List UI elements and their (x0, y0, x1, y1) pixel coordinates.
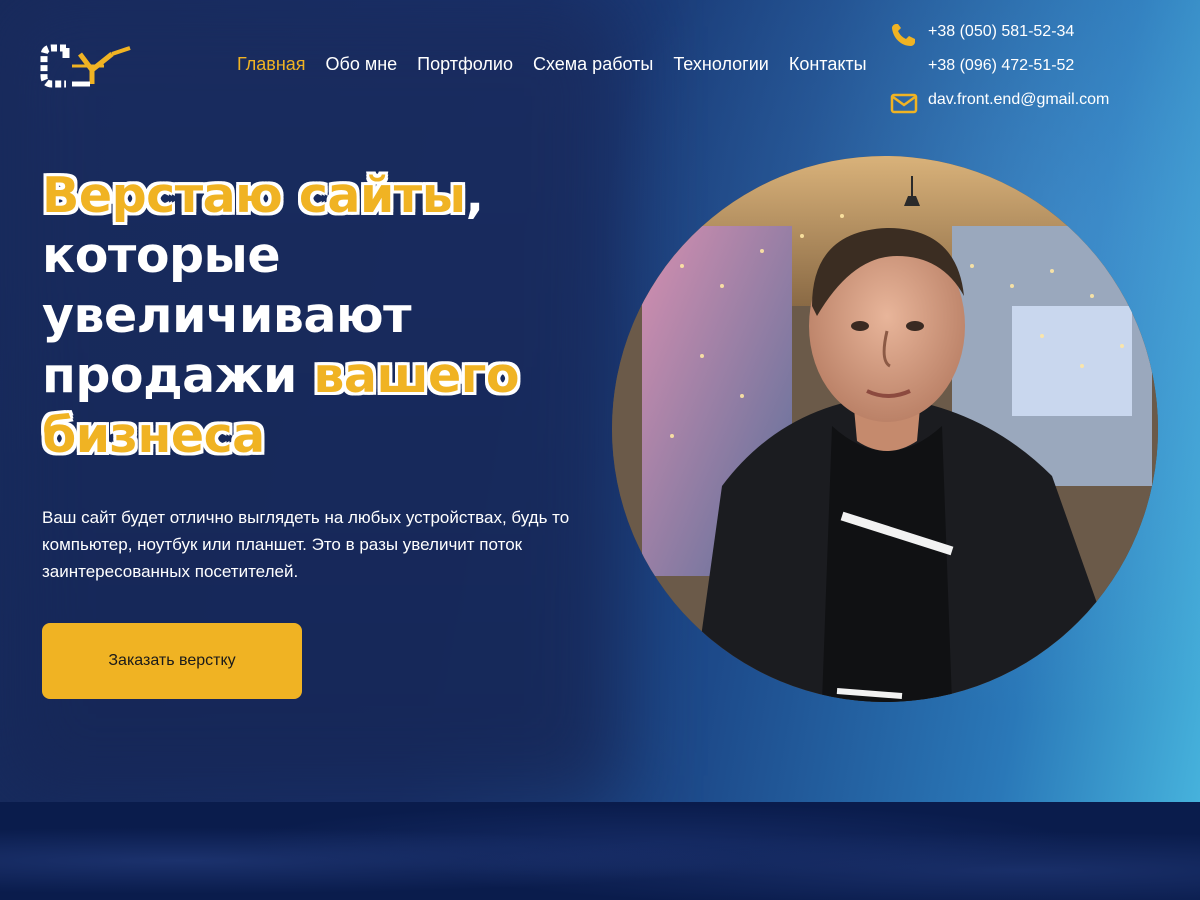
email-link[interactable]: dav.front.end@gmail.com (928, 89, 1109, 111)
portrait-photo (612, 156, 1158, 702)
nav-item-workflow[interactable]: Схема работы (533, 53, 653, 75)
main-nav: Главная Обо мне Портфолио Схема работы Т… (237, 53, 867, 75)
hero-headline: Верстаю сайты, которые увеличивают прода… (42, 166, 602, 466)
contact-phone-1: +38 (050) 581-52-34 (890, 18, 1190, 52)
headline-line-4: продажи (42, 347, 297, 404)
email-icon (890, 90, 918, 116)
logo-icon[interactable] (40, 40, 135, 92)
nav-item-technologies[interactable]: Технологии (673, 53, 769, 75)
headline-highlight-3: бизнеса (42, 407, 265, 464)
phone-icon (890, 22, 918, 48)
headline-comma: , (465, 167, 485, 224)
hero-description: Ваш сайт будет отлично выглядеть на любы… (42, 508, 570, 581)
bottom-strip (0, 802, 1200, 900)
headline-highlight-2: вашего (313, 347, 519, 404)
contact-email: dav.front.end@gmail.com (890, 86, 1190, 120)
phone-link-2[interactable]: +38 (096) 472-51-52 (928, 55, 1074, 77)
nav-item-portfolio[interactable]: Портфолио (417, 53, 513, 75)
header-contacts: +38 (050) 581-52-34 +38 (096) 472-51-52 … (890, 18, 1190, 120)
headline-line-3: увеличивают (42, 287, 412, 344)
headline-highlight-1: Верстаю сайты (42, 167, 466, 224)
landing-page: Главная Обо мне Портфолио Схема работы Т… (0, 0, 1200, 900)
phone-link-1[interactable]: +38 (050) 581-52-34 (928, 21, 1074, 43)
nav-item-home[interactable]: Главная (237, 53, 306, 75)
contact-phone-2: +38 (096) 472-51-52 (890, 52, 1190, 86)
nav-item-contacts[interactable]: Контакты (789, 53, 867, 75)
headline-line-2: которые (42, 227, 281, 284)
nav-item-about[interactable]: Обо мне (326, 53, 398, 75)
order-layout-button[interactable]: Заказать верстку (42, 623, 302, 699)
